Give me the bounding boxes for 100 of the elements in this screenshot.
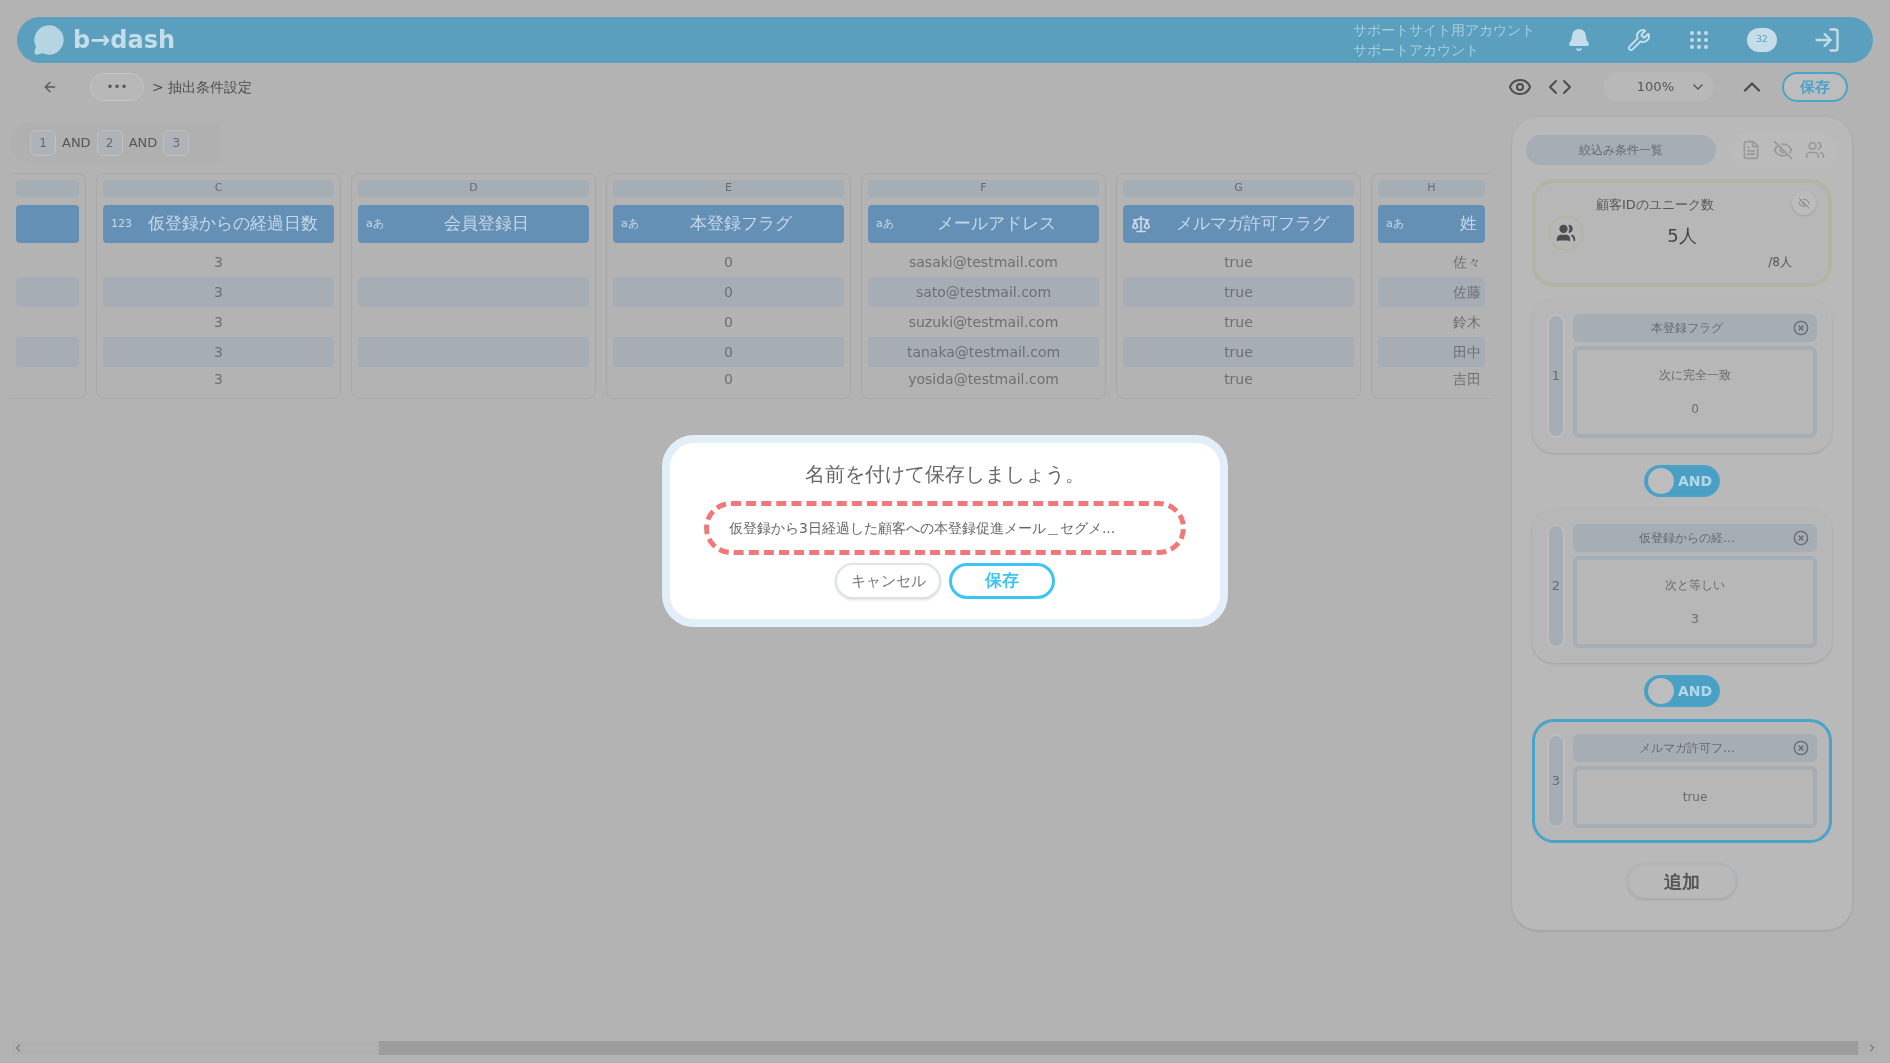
type-label: 123 (111, 215, 132, 232)
table-cell-text: true (1223, 252, 1254, 272)
table-cell: 3 (103, 277, 334, 307)
table-cell: true (1123, 337, 1354, 367)
type-label: aあ (621, 215, 639, 232)
close-icon[interactable] (1793, 530, 1809, 546)
column-name: メルマガ許可フラグ (1175, 212, 1330, 236)
column-letter: E (613, 180, 844, 197)
table-cell: sato@testmail.com (868, 277, 1099, 307)
dialog-save-button[interactable]: 保存 (949, 563, 1055, 599)
condition-title: 仮登録からの経… (1638, 530, 1736, 547)
column-header[interactable]: aあ メールアドレス (868, 205, 1099, 243)
condition-number: 3 (1547, 734, 1565, 828)
badge-count: 32 (1756, 33, 1768, 47)
table-cell-text: suzuki@testmail.com (907, 312, 1060, 332)
and-toggle[interactable]: AND (1644, 675, 1720, 707)
type-label: aあ (366, 215, 384, 232)
add-button[interactable]: 追加 (1627, 863, 1737, 899)
zoom-value: 100% (1636, 78, 1674, 97)
summary-label: 顧客IDのユニーク数 (1596, 195, 1715, 214)
table-cell: 田中 (1378, 337, 1485, 367)
condition-title: 本登録フラグ (1650, 320, 1724, 337)
close-icon[interactable] (1793, 320, 1809, 336)
logo-icon (33, 24, 65, 56)
table-cell: 佐藤 (1378, 277, 1485, 307)
filter-chip[interactable]: 2 (96, 130, 123, 156)
zoom-select[interactable]: 100% (1604, 72, 1714, 102)
column-name: 仮登録からの経過日数 (147, 212, 319, 236)
condition-number: 1 (1547, 314, 1565, 438)
condition-number: 2 (1547, 524, 1565, 648)
table-cell: tanaka@testmail.com (868, 337, 1099, 367)
logout-icon[interactable] (1813, 26, 1841, 54)
filter-chip[interactable]: 3 (163, 130, 190, 156)
condition-value: true (1682, 789, 1708, 806)
wrench-icon[interactable] (1627, 28, 1651, 52)
column-header[interactable]: メルマガ許可フラグ (1123, 205, 1354, 243)
table-cell: 3 (103, 337, 334, 367)
summary-total: /8人 (1767, 254, 1792, 272)
and-toggle[interactable]: AND (1644, 465, 1720, 497)
table-cell: 0 (613, 337, 844, 367)
column-header[interactable]: 123 仮登録からの経過日数 (103, 205, 334, 243)
column-header[interactable]: aあ 本登録フラグ (613, 205, 844, 243)
condition-card[interactable]: 2 仮登録からの経… 次と等しい 3 (1532, 509, 1832, 663)
name-field[interactable]: 仮登録から3日経過した顧客への本登録促進メール＿セグメ... (704, 501, 1186, 555)
condition-value: 0 (1691, 401, 1699, 418)
table-cell-text: 鈴木 (1452, 312, 1482, 332)
summary-value: 5人 (1666, 224, 1698, 249)
column-letter: G (1123, 180, 1354, 197)
table-cell-text: yosida@testmail.com (907, 369, 1060, 389)
type-label: aあ (876, 215, 894, 232)
table-cell: true (1123, 277, 1354, 307)
cancel-button[interactable]: キャンセル (835, 563, 941, 599)
column-header[interactable]: aあ 会員登録日 (358, 205, 589, 243)
condition-operator: 次に完全一致 (1659, 367, 1731, 384)
operator-label: AND (62, 134, 91, 153)
filter-chip[interactable]: 1 (30, 130, 56, 156)
table-cell: 0 (613, 277, 844, 307)
back-icon[interactable] (42, 79, 58, 95)
table-cell-text: 0 (723, 252, 734, 272)
group-icon[interactable] (1805, 140, 1825, 160)
column-name: 会員登録日 (442, 212, 530, 236)
type-label: aあ (1386, 215, 1404, 232)
table-cell-text: true (1223, 369, 1254, 389)
save-button[interactable]: 保存 (1782, 72, 1848, 102)
account-name: サポートアカウント (1353, 41, 1480, 60)
toggle-label: AND (1678, 471, 1713, 491)
operator-label: AND (128, 134, 158, 153)
condition-operator: 次と等しい (1665, 577, 1725, 594)
name-value: 仮登録から3日経過した顧客への本登録促進メール＿セグメ... (729, 518, 1116, 538)
column-name: メールアドレス (935, 212, 1057, 236)
logo[interactable]: b→dash (73, 22, 176, 58)
table-cell-text: 3 (213, 312, 224, 332)
more-button[interactable]: ••• (90, 73, 144, 101)
table-cell-text: 0 (723, 312, 734, 332)
column-name: 本登録フラグ (689, 212, 794, 236)
bell-icon[interactable] (1567, 28, 1591, 52)
condition-card[interactable]: 1 本登録フラグ 次に完全一致 0 (1532, 299, 1832, 453)
table-cell-text: sasaki@testmail.com (908, 252, 1059, 272)
condition-card[interactable]: 3 メルマガ許可フ… true (1532, 719, 1832, 843)
hide-count-icon[interactable] (1792, 191, 1816, 215)
dialog-title: 名前を付けて保存しましょう。 (805, 461, 1085, 488)
hidden-icon[interactable] (1773, 140, 1793, 160)
table-cell-text: 0 (723, 369, 734, 389)
table-cell-text: 吉田 (1452, 369, 1482, 389)
column-header[interactable]: aあ 姓 (1378, 205, 1485, 243)
grid-icon[interactable] (1687, 28, 1711, 52)
chat-bubble[interactable]: 32 (1747, 28, 1777, 52)
breadcrumb[interactable]: > 抽出条件設定 (152, 76, 253, 98)
column-letter: D (358, 180, 589, 197)
panel-tab[interactable]: 絞込み条件一覧 (1526, 135, 1716, 165)
account-name: サポートサイト用アカウント (1353, 21, 1535, 40)
table-cell-text: 3 (213, 252, 224, 272)
column-name: 姓 (1459, 212, 1477, 236)
table-cell-text: 佐々 (1452, 252, 1482, 272)
table-cell-text: 3 (213, 369, 224, 389)
table-cell-text: true (1223, 312, 1254, 332)
condition-title: メルマガ許可フ… (1638, 740, 1736, 757)
column-letter: F (868, 180, 1099, 197)
document-icon[interactable] (1741, 140, 1761, 160)
close-icon[interactable] (1793, 740, 1809, 756)
